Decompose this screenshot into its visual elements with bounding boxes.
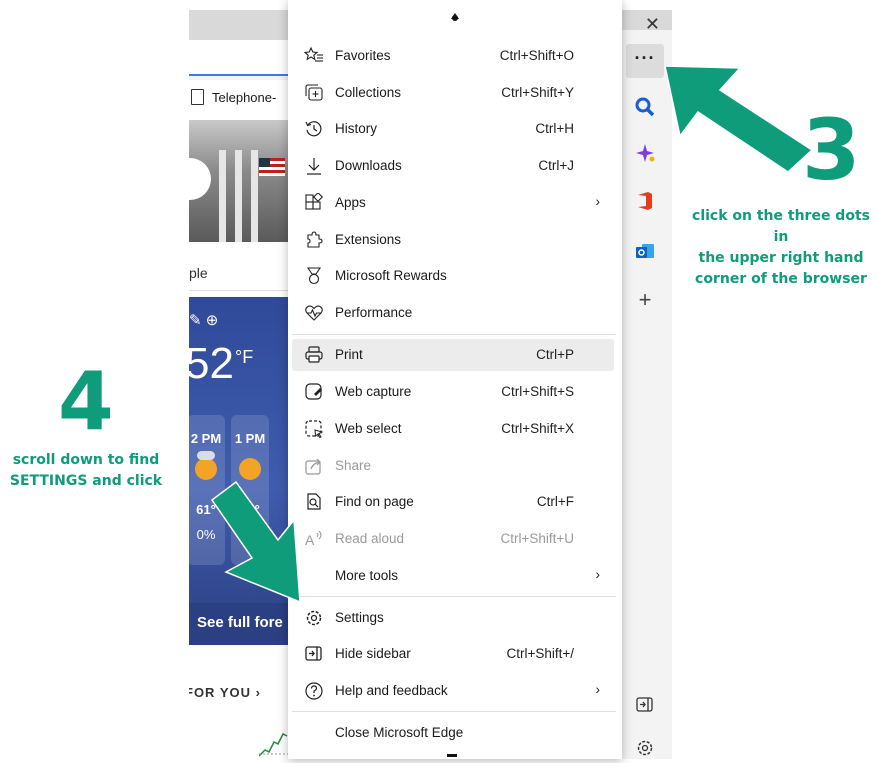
step3-line: click on the three dots in (692, 208, 870, 245)
step4-arrow (210, 480, 301, 604)
step4-instruction: scroll down to find SETTINGS and click (0, 450, 172, 492)
step3-line: corner of the browser (695, 271, 867, 287)
step3-line: the upper right hand (698, 250, 864, 266)
step4-line: SETTINGS and click (9, 473, 163, 489)
step3-number: 3 (802, 101, 861, 199)
annotation-arrows (210, 65, 814, 604)
step4-number: 4 (58, 355, 114, 448)
step4-line: scroll down to find (12, 452, 160, 468)
step3-arrow (664, 65, 814, 173)
step3-instruction: click on the three dots in the upper rig… (683, 206, 877, 290)
